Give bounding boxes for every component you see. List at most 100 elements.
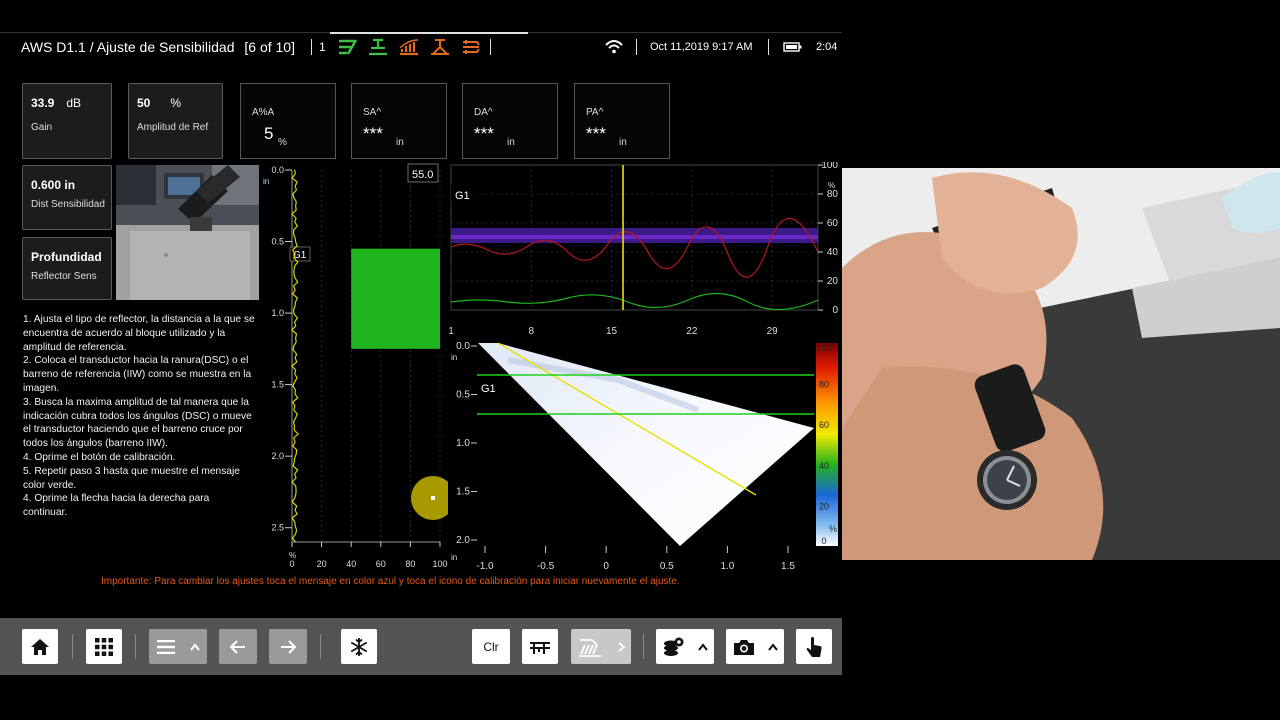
previous-step-button[interactable]	[219, 629, 257, 664]
strip-y-tick: 20	[827, 276, 839, 287]
gain-value: 33.9 dB	[31, 96, 82, 110]
wifi-icon	[605, 40, 623, 54]
apps-button[interactable]	[86, 629, 122, 664]
a-scan-depth-tick: 0.5	[271, 237, 284, 247]
sensitivity-distance-box[interactable]: 0.600 in Dist Sensibilidad	[22, 165, 112, 230]
instructions: 1. Ajusta el tipo de reflector, la dista…	[23, 313, 255, 520]
instruction-step: 1. Ajusta el tipo de reflector, la dista…	[23, 314, 255, 353]
gate-icon[interactable]	[336, 38, 358, 56]
reading-depth: DA^ *** in	[462, 83, 558, 159]
reflector-type-label: Reflector Sens	[31, 271, 97, 282]
home-icon	[31, 638, 49, 655]
s-scan[interactable]: G1 0.0 0.5 1.0 1.5 2.0 -1.0 -0.5 0 0.5 1.0 1.5 10…	[448, 340, 842, 572]
procedure-title: AWS D1.1 / Ajuste de Sensibilidad	[21, 39, 235, 55]
important-note: Importante: Para cambiar los ajustes toc…	[101, 576, 680, 587]
strip-x-tick: 29	[767, 326, 779, 337]
a-scan-depth-tick: 2.0	[271, 451, 284, 461]
clear-label: Clr	[483, 639, 499, 654]
transducer-icon[interactable]	[367, 38, 389, 56]
instruction-step: 5. Repetir paso 3 hasta que muestre el m…	[23, 465, 240, 491]
reading-projection: PA^ *** in	[574, 83, 670, 159]
camera-button[interactable]	[726, 629, 784, 664]
touch-cursor[interactable]	[411, 476, 448, 520]
gain-label: Gain	[31, 122, 53, 133]
reference-amplitude-label: Amplitud de Ref	[137, 122, 209, 133]
s-scan-depth-tick: 2.0	[456, 535, 470, 546]
palette-tick: 80	[819, 380, 829, 390]
scan-plan-icon[interactable]	[460, 38, 482, 56]
a-scan-amp-unit: %	[289, 551, 296, 560]
chevron-right-icon	[617, 641, 625, 652]
color-palette	[816, 343, 838, 546]
instruction-step: 2. Coloca el transductor hacia la ranura…	[23, 355, 252, 394]
reference-amplitude-box[interactable]: 50% Amplitud de Ref	[128, 83, 223, 159]
strip-chart[interactable]: G1 1 8 15 22 29 100 80 60 40 20 0 %	[448, 162, 842, 342]
settings-icon	[664, 637, 684, 656]
a-scan-depth-tick: 2.5	[271, 523, 284, 533]
gain-box[interactable]: 33.9 dB Gain	[22, 83, 112, 159]
strip-y-tick: 40	[827, 247, 839, 258]
a-scan-amp-tick: 60	[376, 559, 386, 569]
sensitivity-distance-value: 0.600 in	[31, 178, 76, 192]
strip-x-tick: 8	[529, 326, 535, 337]
a-scan-amp-tick: 80	[405, 559, 415, 569]
toolbar-divider	[135, 634, 136, 659]
s-scan-depth-tick: 1.0	[456, 438, 470, 449]
bottom-toolbar: Clr	[0, 618, 842, 675]
gate-ruler-button[interactable]	[522, 629, 558, 664]
s-scan-depth-tick: 0.0	[456, 341, 470, 352]
touch-mode-button[interactable]	[796, 629, 832, 664]
next-step-button[interactable]	[269, 629, 307, 664]
a-scan-depth-unit: in	[263, 177, 269, 186]
status-bar: AWS D1.1 / Ajuste de Sensibilidad [6 of …	[0, 32, 842, 60]
reflector-type-box[interactable]: Profundidad Reflector Sens	[22, 237, 112, 300]
battery-icon	[783, 42, 802, 52]
instruction-step: 4. Oprime la flecha hacia la derecha par…	[23, 493, 210, 519]
freeze-icon	[350, 637, 368, 656]
settings-button[interactable]	[656, 629, 714, 664]
menu-button[interactable]	[149, 629, 207, 664]
palette-tick: 20	[819, 501, 829, 511]
arrow-left-icon	[230, 639, 245, 654]
strip-y-tick: 80	[827, 189, 839, 200]
a-scan-depth-tick: 0.0	[271, 165, 284, 175]
s-scan-x-tick: -1.0	[476, 561, 494, 572]
palette-unit: %	[829, 524, 837, 534]
reading-sound-path: SA^ *** in	[351, 83, 447, 159]
palette-tick: 0	[821, 536, 826, 546]
divider	[311, 39, 312, 55]
inspection-photo	[842, 168, 1280, 560]
strip-x-tick: 1	[448, 326, 454, 337]
tcg-icon[interactable]	[398, 38, 420, 56]
reading-amplitude: A%A 5 %	[240, 83, 336, 159]
a-scan-signal-trace	[291, 169, 299, 543]
reading-value: 5	[264, 124, 274, 143]
menu-icon	[156, 639, 175, 654]
clear-button[interactable]: Clr	[472, 629, 510, 664]
s-scan-depth-tick: 1.5	[456, 487, 470, 498]
a-scan-amp-tick: 0	[289, 559, 294, 569]
a-scan-gate-g1[interactable]	[351, 248, 440, 349]
date-time: Oct 11,2019 9:17 AM	[650, 41, 753, 53]
s-scan-x-tick: 1.5	[781, 561, 795, 572]
calibrate-button[interactable]	[571, 629, 631, 664]
strip-y-unit: %	[828, 181, 835, 190]
a-scan-depth-tick: 1.5	[271, 380, 284, 390]
freeze-button[interactable]	[341, 629, 377, 664]
divider	[768, 39, 769, 55]
reading-unit: in	[619, 137, 627, 148]
home-button[interactable]	[22, 629, 58, 664]
sensitivity-distance-label: Dist Sensibilidad	[31, 199, 105, 210]
palette-tick: 40	[819, 461, 829, 471]
instruction-step: 4. Oprime el botón de calibración.	[23, 451, 176, 463]
strip-y-tick: 100	[821, 162, 838, 171]
a-scan-amp-tick: 40	[346, 559, 356, 569]
reading-value: ***	[363, 124, 383, 143]
reflector-type-value: Profundidad	[31, 250, 102, 264]
arrow-right-icon	[281, 639, 296, 654]
probe-angle-icon[interactable]	[429, 38, 451, 56]
chevron-up-icon	[189, 642, 200, 651]
s-scan-x-tick: 1.0	[720, 561, 734, 572]
a-scan[interactable]: 0.00.51.01.52.02.5 0 20 40 60 80 100 in % G1 …	[262, 162, 448, 574]
chevron-up-icon	[698, 642, 708, 651]
